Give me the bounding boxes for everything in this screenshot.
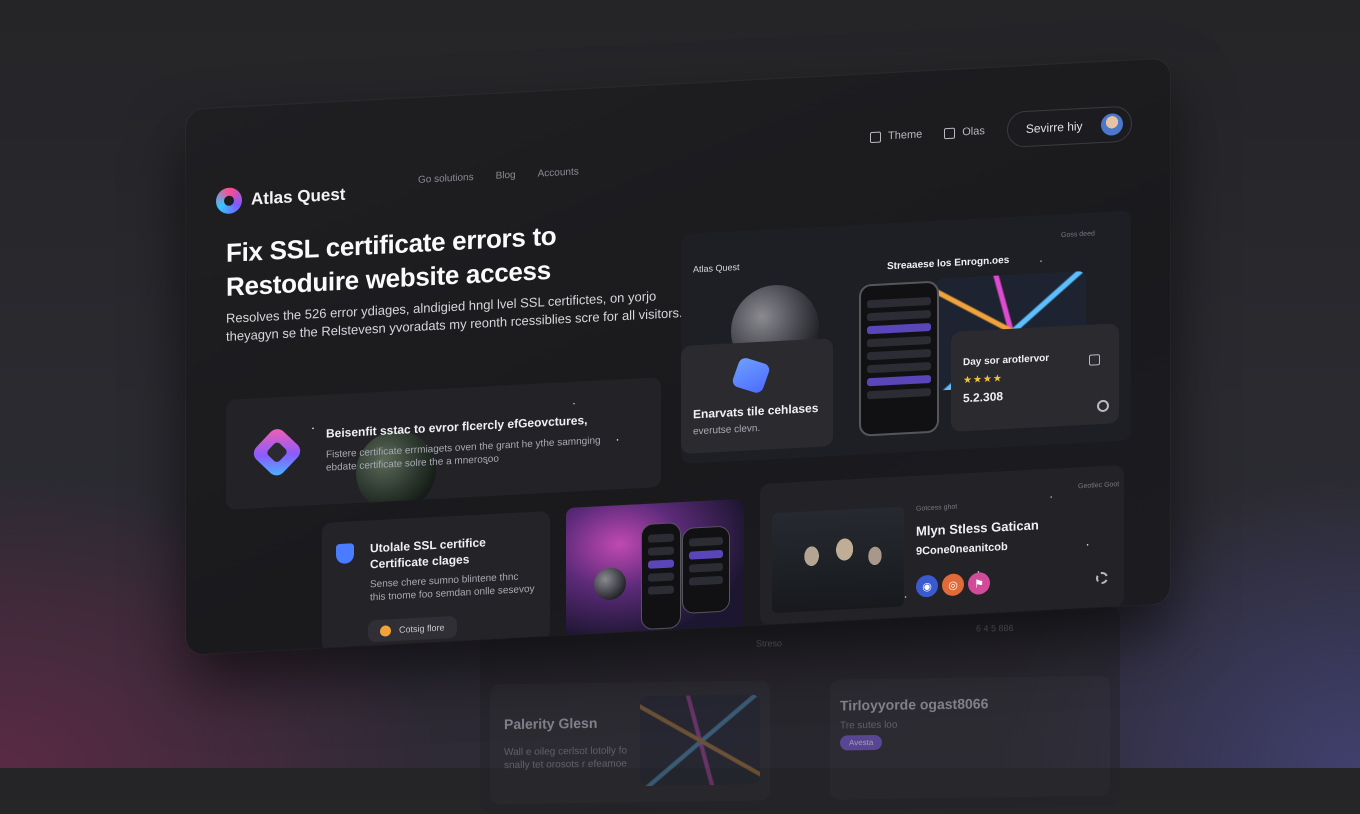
status-dot-icon <box>380 624 391 637</box>
phone-mockup-medium <box>682 525 730 615</box>
theme-icon <box>870 131 881 143</box>
globe-badge-icon[interactable]: ◉ <box>916 574 938 598</box>
preview-map-title: Streaaese los Enrogn.oes <box>887 254 1010 273</box>
docs-button[interactable]: Olas <box>944 125 985 139</box>
enhance-title: Enarvats tile cehlases <box>693 400 819 422</box>
mission-card[interactable]: Geotlec Goot Gotcess ghot Mlyn Stless Ga… <box>760 464 1124 626</box>
nav-item-blog[interactable]: Blog <box>496 170 516 182</box>
enhance-text: everutse clevn. <box>693 422 761 438</box>
app-window: Atlas Quest Go solutions Blog Accounts T… <box>186 58 1170 656</box>
app-name: Atlas Quest <box>251 184 346 209</box>
atlas-logo-icon <box>216 187 242 215</box>
rating-title: Day sor arotlervor <box>963 352 1050 369</box>
avatar <box>1100 112 1123 137</box>
app-logo[interactable]: Atlas Quest <box>216 182 345 215</box>
theme-label: Theme <box>888 128 923 143</box>
update-button-label: Cotsig flore <box>399 622 445 635</box>
ghost-right-text: Tre sutes loo <box>840 719 898 732</box>
top-right-controls: Theme Olas Sevirre hiy <box>870 105 1132 155</box>
ghost-metric: 6 4 5 886 <box>976 623 1014 634</box>
preview-tag: Goss deed <box>1061 230 1095 240</box>
rating-value: 5.2.308 <box>963 389 1004 406</box>
ghost-right-title: Tirloyyorde ogast8066 <box>840 695 989 714</box>
mission-tag: Geotlec Goot <box>1078 481 1120 491</box>
planet-image <box>594 566 626 601</box>
ghost-right-button[interactable]: Avesta <box>840 734 883 751</box>
phone-mockup <box>859 280 939 437</box>
update-card[interactable]: Utolale SSL certifice Certificate clages… <box>322 510 550 653</box>
docs-label: Olas <box>962 125 985 139</box>
sparkle-icon <box>730 356 772 395</box>
feature-card[interactable]: Beisenfit sstac to evror flcercly efGeov… <box>226 377 661 510</box>
gem-icon <box>250 425 304 480</box>
ghost-card-left: Palerity Glesn Wall e oileg cerlsot loto… <box>490 680 770 805</box>
phone-mockup-small <box>641 522 681 631</box>
ghost-card-right: Tirloyyorde ogast8066 Tre sutes loo Aves… <box>830 675 1110 800</box>
target-badge-icon[interactable]: ◎ <box>942 573 964 597</box>
theme-button[interactable]: Theme <box>870 128 922 143</box>
nebula-card[interactable] <box>566 498 744 639</box>
update-title: Utolale SSL certifice Certificate clages <box>370 535 486 572</box>
nav-item-accounts[interactable]: Accounts <box>538 166 579 179</box>
mission-eyebrow: Gotcess ghot <box>916 503 958 513</box>
background-preview-panel: Palerity Glesn Wall e oileg cerlsot loto… <box>480 605 1120 814</box>
update-button[interactable]: Cotsig flore <box>368 615 457 643</box>
ghost-map <box>640 694 760 787</box>
enhance-card[interactable]: Enarvats tile cehlases everutse clevn. <box>681 338 833 455</box>
ghost-left-title: Palerity Glesn <box>504 714 598 733</box>
mission-title: Mlyn Stless Gatican <box>916 517 1039 539</box>
feature-text: Fistere certificate errmiagets oven the … <box>326 435 601 474</box>
circle-icon[interactable] <box>1097 399 1109 413</box>
rating-card[interactable]: Day sor arotlervor ★★★★ 5.2.308 <box>951 323 1119 432</box>
expand-icon[interactable] <box>1089 354 1100 366</box>
nav-item-solutions[interactable]: Go solutions <box>418 172 474 186</box>
top-nav: Go solutions Blog Accounts <box>418 166 579 185</box>
user-name: Sevirre hiy <box>1025 119 1083 136</box>
shield-icon <box>336 543 354 565</box>
update-text: Sense chere sumno blintene thnc this tno… <box>370 571 535 604</box>
mission-subtitle: 9Cone0neanitcob <box>916 540 1008 558</box>
ghost-tag: Streso <box>756 638 783 649</box>
settings-gear-icon[interactable] <box>1096 571 1108 585</box>
user-menu[interactable]: Sevirre hiy <box>1006 105 1132 148</box>
crowd-image <box>772 506 904 614</box>
flag-badge-icon[interactable]: ⚑ <box>968 571 990 596</box>
docs-icon <box>944 127 956 139</box>
preview-brand: Atlas Quest <box>693 261 740 275</box>
rating-stars: ★★★★ <box>963 373 1003 387</box>
